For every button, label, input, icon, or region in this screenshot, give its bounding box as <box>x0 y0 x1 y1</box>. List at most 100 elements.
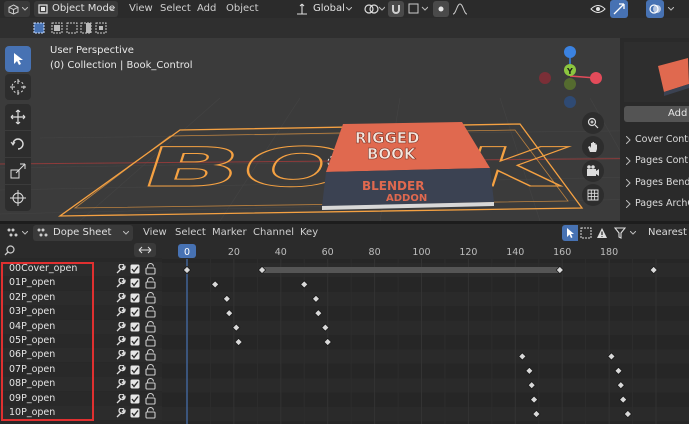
object-mode-dropdown[interactable]: Object Mode <box>34 1 118 17</box>
wrench-icon[interactable] <box>116 350 126 360</box>
navigation-gizmo[interactable]: Y <box>536 46 608 114</box>
lock-icon[interactable] <box>145 349 156 361</box>
lock-icon[interactable] <box>145 335 156 347</box>
checkbox-icon[interactable] <box>130 408 140 418</box>
panel-item-pages-bend[interactable]: Pages BendC <box>624 175 689 191</box>
lock-icon[interactable] <box>145 291 156 304</box>
select-tool-button[interactable] <box>562 225 578 241</box>
box-select-icon[interactable] <box>580 227 592 239</box>
wrench-icon[interactable] <box>116 292 126 303</box>
wrench-icon[interactable] <box>116 379 126 389</box>
lock-icon[interactable] <box>145 407 156 419</box>
overlay-toggle[interactable] <box>646 0 664 18</box>
gizmo-toggle[interactable] <box>610 0 628 18</box>
wrench-icon[interactable] <box>116 336 126 346</box>
dope-menu-view[interactable]: View <box>143 225 167 241</box>
tool-transform[interactable] <box>5 185 31 211</box>
search-icon[interactable] <box>4 245 15 256</box>
select-intersect-icon[interactable] <box>95 22 107 34</box>
menu-add[interactable]: Add <box>197 1 216 17</box>
dope-editor-type-dropdown[interactable] <box>4 225 30 241</box>
camera-view-button[interactable] <box>582 160 604 182</box>
keyframe-region[interactable]: 20 40 60 80 100 120 140 160 180 0 <box>162 242 689 424</box>
checkbox-icon[interactable] <box>130 336 140 346</box>
filter-icon[interactable] <box>614 227 626 239</box>
checkbox-icon[interactable] <box>130 278 140 288</box>
lock-icon[interactable] <box>145 363 156 376</box>
chevron-down-icon <box>22 7 28 11</box>
panel-item-label: Cover Contro <box>635 134 689 145</box>
lock-icon[interactable] <box>145 263 156 275</box>
3d-viewport[interactable]: BOOK RIGGED BOOK BLENDER ADDON User Pers… <box>0 38 689 221</box>
select-extend-icon[interactable] <box>51 22 63 34</box>
timeline-row <box>162 392 689 407</box>
sync-length-toggle[interactable] <box>134 243 156 257</box>
pivot-point-icon[interactable] <box>363 2 385 16</box>
lock-icon[interactable] <box>145 392 156 405</box>
proportional-edit-toggle[interactable] <box>433 1 449 17</box>
highlight-box <box>1 262 94 421</box>
tool-move[interactable] <box>5 104 31 130</box>
interpolation-dropdown[interactable]: Nearest Fr <box>648 227 689 238</box>
pan-button[interactable] <box>582 136 604 158</box>
magnet-icon <box>392 5 400 14</box>
falloff-curve-icon[interactable] <box>452 3 472 15</box>
select-subtract-icon[interactable] <box>66 22 78 34</box>
checkbox-icon[interactable] <box>130 379 140 389</box>
chevron-right-icon <box>626 157 631 165</box>
wrench-icon[interactable] <box>116 393 126 404</box>
dope-menu-channel[interactable]: Channel <box>253 225 294 241</box>
ortho-toggle-button[interactable] <box>582 184 604 206</box>
checkbox-icon[interactable] <box>130 394 140 404</box>
hold-bar <box>262 267 560 273</box>
checkbox-icon[interactable] <box>130 293 140 303</box>
checkbox-icon[interactable] <box>130 365 140 375</box>
chevron-down-icon[interactable] <box>630 231 636 235</box>
snap-toggle[interactable] <box>388 1 404 17</box>
checkbox-icon[interactable] <box>130 350 140 360</box>
wrench-icon[interactable] <box>116 408 126 418</box>
editor-type-dropdown[interactable] <box>4 1 30 17</box>
wrench-icon[interactable] <box>116 364 126 375</box>
snap-target-icon[interactable] <box>408 3 428 15</box>
lock-icon[interactable] <box>145 306 156 318</box>
eye-icon[interactable] <box>590 3 606 15</box>
menu-view[interactable]: View <box>129 1 153 17</box>
panel-item-pages-arch[interactable]: Pages ArchCo <box>624 196 689 212</box>
lock-icon[interactable] <box>145 378 156 390</box>
transform-orientation-dropdown[interactable]: Global <box>294 1 356 17</box>
checkbox-icon[interactable] <box>130 322 140 332</box>
chevron-down-icon <box>22 231 28 235</box>
object-mode-icon <box>38 4 48 14</box>
move-icon <box>10 109 26 125</box>
tool-rotate[interactable] <box>5 131 31 157</box>
warning-icon[interactable] <box>596 227 608 239</box>
select-new-icon[interactable] <box>33 22 45 34</box>
svg-text:ADDON: ADDON <box>386 193 427 204</box>
panel-item-cover-control[interactable]: Cover Contro <box>624 132 689 148</box>
dope-menu-marker[interactable]: Marker <box>212 225 247 241</box>
menu-object[interactable]: Object <box>226 1 259 17</box>
checkbox-icon[interactable] <box>130 307 140 317</box>
wrench-icon[interactable] <box>116 307 126 317</box>
mode-dropdown[interactable]: Dope Sheet <box>33 225 133 241</box>
zoom-button[interactable] <box>582 112 604 134</box>
wrench-icon[interactable] <box>116 264 126 274</box>
wrench-icon[interactable] <box>116 321 126 332</box>
checkbox-icon[interactable] <box>130 264 140 274</box>
lock-icon[interactable] <box>145 277 156 289</box>
chevron-down-icon[interactable] <box>668 7 674 11</box>
dope-menu-select[interactable]: Select <box>175 225 206 241</box>
menu-select[interactable]: Select <box>160 1 191 17</box>
dope-menu-key[interactable]: Key <box>300 225 318 241</box>
lock-icon[interactable] <box>145 320 156 333</box>
ruler-tick-label: 100 <box>412 247 430 258</box>
tool-cursor[interactable] <box>5 74 31 100</box>
tool-scale[interactable] <box>5 158 31 184</box>
wrench-icon[interactable] <box>116 278 126 288</box>
hand-icon <box>588 142 597 152</box>
tool-select-box[interactable] <box>5 46 31 72</box>
panel-item-pages-control[interactable]: Pages Contro <box>624 153 689 169</box>
add-button[interactable]: Add <box>624 106 689 122</box>
select-invert-icon[interactable] <box>80 22 92 34</box>
